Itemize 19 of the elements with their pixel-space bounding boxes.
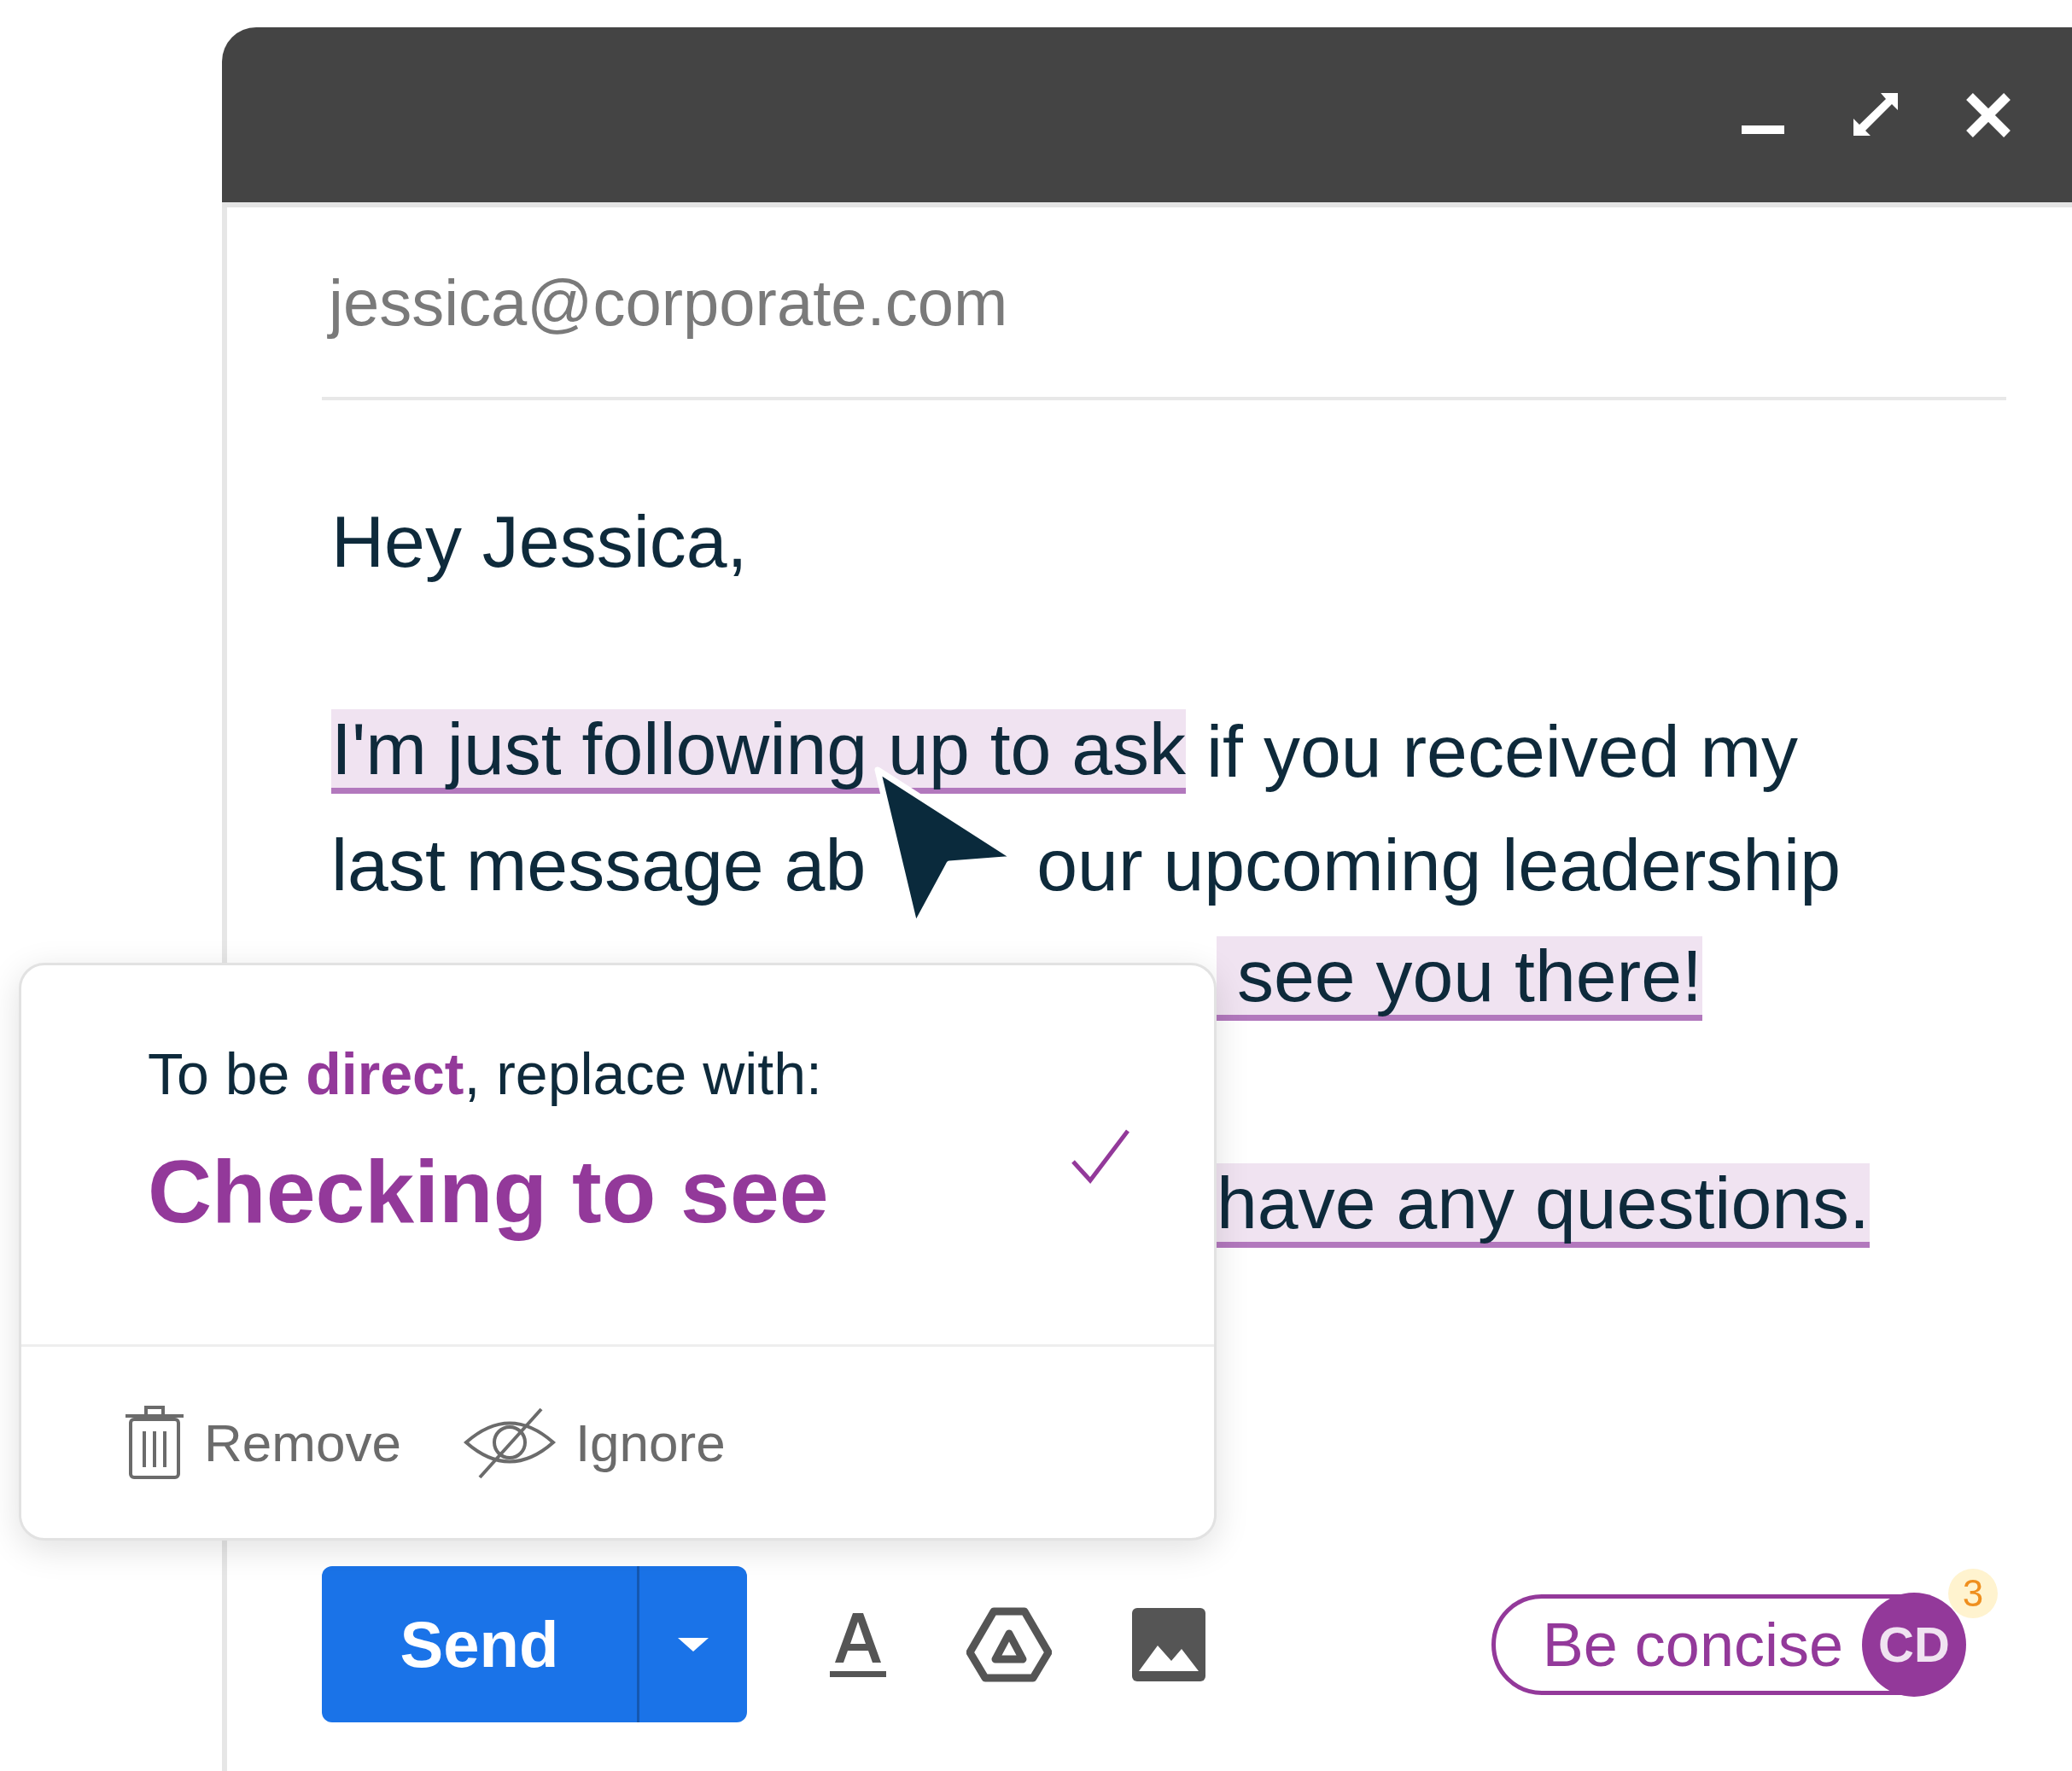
- flagged-phrase[interactable]: I'm just following up to ask: [331, 709, 1187, 794]
- replacement-suggestion[interactable]: Checking to see: [148, 1141, 829, 1243]
- caret-icon: [676, 1635, 710, 1653]
- body-text: our upcoming leadership: [1036, 823, 1841, 907]
- flagged-phrase[interactable]: have any questions.: [1217, 1163, 1870, 1248]
- drive-icon[interactable]: [966, 1605, 1052, 1683]
- ignore-button[interactable]: Ignore: [462, 1404, 726, 1481]
- remove-button[interactable]: Remove: [124, 1404, 401, 1481]
- body-text: if you received my: [1205, 709, 1799, 794]
- image-icon[interactable]: [1130, 1605, 1207, 1683]
- close-icon[interactable]: [1964, 90, 2012, 139]
- send-button[interactable]: Send: [322, 1566, 637, 1722]
- recipient-field[interactable]: jessica@corporate.com: [322, 207, 2006, 400]
- trash-icon: [124, 1404, 185, 1481]
- suggestion-intro: To be direct, replace with:: [148, 1040, 823, 1107]
- flagged-phrase[interactable]: see you there!: [1217, 936, 1702, 1021]
- greeting-text: Hey Jessica,: [330, 499, 749, 584]
- tone-suggestion-chip[interactable]: Be concise CD: [1491, 1593, 1964, 1695]
- body-text: last message ab: [331, 823, 867, 907]
